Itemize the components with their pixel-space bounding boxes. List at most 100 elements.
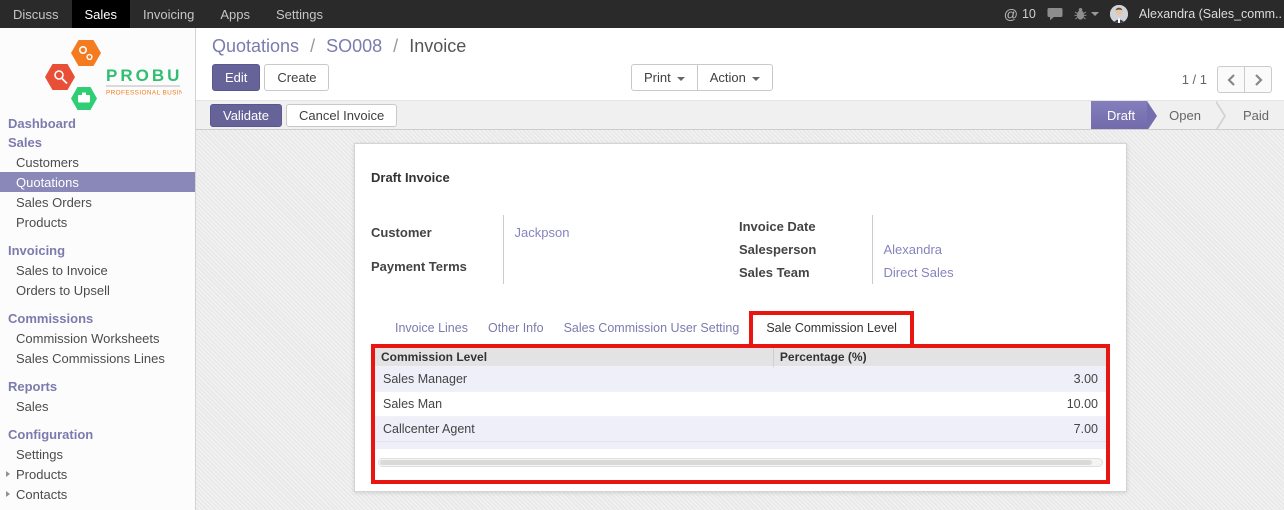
topnav-invoicing[interactable]: Invoicing (130, 0, 207, 28)
notebook: Invoice Lines Other Info Sales Commissio… (371, 308, 1110, 484)
edit-button[interactable]: Edit (212, 64, 260, 91)
caret-right-icon (6, 491, 10, 497)
action-button-group: Print Action (631, 64, 773, 91)
breadcrumb-so008[interactable]: SO008 (326, 36, 382, 56)
sales-team-value[interactable]: Direct Sales (884, 265, 954, 280)
percentage-cell: 7.00 (773, 417, 1106, 442)
commission-level-cell: Sales Man (375, 392, 773, 417)
sidebar-item-quotations[interactable]: Quotations (0, 172, 195, 192)
empty-row (375, 442, 1106, 449)
chat-bubble-icon[interactable] (1047, 7, 1063, 21)
pager-value: 1 / 1 (1182, 72, 1207, 87)
sidebar-item-config-contacts[interactable]: Contacts (0, 484, 195, 504)
tab-sales-commission-user-setting[interactable]: Sales Commission User Setting (554, 312, 750, 344)
user-menu[interactable]: Alexandra (Sales_comm.. (1139, 7, 1282, 21)
print-button[interactable]: Print (631, 64, 698, 91)
statusbar: Validate Cancel Invoice Draft Open Paid (196, 100, 1284, 130)
sidebar-item-reports-sales[interactable]: Sales (0, 396, 195, 416)
commission-level-table: Commission Level Percentage (%) Sales Ma… (375, 348, 1106, 449)
odoo-app-window: Discuss Sales Invoicing Apps Settings @ … (0, 0, 1284, 510)
pager-next-button[interactable] (1244, 66, 1272, 93)
invoice-date-label: Invoice Date (739, 215, 872, 238)
at-icon: @ (1004, 6, 1018, 22)
topnav-apps[interactable]: Apps (207, 0, 263, 28)
topbar-right: @ 10 (1004, 0, 1284, 28)
sidebar-nav: Dashboard Sales Customers Quotations Sal… (0, 114, 195, 504)
sidebar-item-settings[interactable]: Settings (0, 444, 195, 464)
topnav-discuss[interactable]: Discuss (0, 0, 72, 28)
caret-down-icon (752, 77, 760, 81)
customer-value[interactable]: Jackpson (515, 225, 570, 240)
caret-down-icon (677, 77, 685, 81)
tab-invoice-lines[interactable]: Invoice Lines (385, 312, 478, 344)
breadcrumb: Quotations / SO008 / Invoice (212, 36, 1268, 57)
sidebar-item-config-products[interactable]: Products (0, 464, 195, 484)
tab-other-info[interactable]: Other Info (478, 312, 554, 344)
sidebar-item-sales-orders[interactable]: Sales Orders (0, 192, 195, 212)
invoice-fields: Customer Jackpson Payment Terms Invoice … (371, 215, 1110, 284)
sidebar-section-sales[interactable]: Sales (0, 133, 195, 152)
invoice-form-sheet: Draft Invoice Customer Jackpson Payment … (354, 143, 1127, 492)
breadcrumb-separator: / (310, 36, 315, 56)
avatar[interactable] (1110, 5, 1128, 23)
sidebar-section-dashboard[interactable]: Dashboard (0, 114, 195, 133)
content-area: Draft Invoice Customer Jackpson Payment … (196, 130, 1284, 510)
salesperson-value[interactable]: Alexandra (884, 242, 943, 257)
horizontal-scrollbar[interactable] (378, 458, 1103, 467)
topnav-settings[interactable]: Settings (263, 0, 336, 28)
app-menus: Discuss Sales Invoicing Apps Settings (0, 0, 336, 28)
topnav-sales[interactable]: Sales (72, 0, 131, 28)
payment-terms-value (503, 250, 739, 285)
sidebar-section-commissions[interactable]: Commissions (0, 309, 195, 328)
sidebar-section-reports[interactable]: Reports (0, 377, 195, 396)
cancel-invoice-button[interactable]: Cancel Invoice (286, 104, 397, 127)
sidebar-section-invoicing[interactable]: Invoicing (0, 241, 195, 260)
payment-terms-label: Payment Terms (371, 250, 503, 285)
create-button[interactable]: Create (264, 64, 329, 91)
status-pipeline: Draft Open Paid (1091, 101, 1284, 129)
salesperson-label: Salesperson (739, 238, 872, 261)
column-header-commission-level[interactable]: Commission Level (375, 348, 773, 367)
action-button[interactable]: Action (697, 64, 773, 91)
caret-down-icon (1091, 12, 1099, 16)
status-open[interactable]: Open (1147, 101, 1216, 129)
table-row[interactable]: Sales Manager 3.00 (375, 367, 1106, 392)
sidebar-item-label: Contacts (16, 487, 67, 502)
control-panel: Quotations / SO008 / Invoice Edit Create… (196, 28, 1284, 100)
sidebar-section-configuration[interactable]: Configuration (0, 425, 195, 444)
sidebar-item-customers[interactable]: Customers (0, 152, 195, 172)
tab-sale-commission-level[interactable]: Sale Commission Level (749, 311, 914, 344)
table-row[interactable]: Sales Man 10.00 (375, 392, 1106, 417)
scrollbar-thumb[interactable] (380, 460, 1092, 465)
bug-icon (1074, 7, 1087, 21)
logo-subtitle: PROFESSIONAL BUSINESS (106, 90, 182, 97)
breadcrumb-quotations[interactable]: Quotations (212, 36, 299, 56)
pager-previous-button[interactable] (1217, 66, 1245, 93)
percentage-cell: 3.00 (773, 367, 1106, 392)
sidebar-item-commission-worksheets[interactable]: Commission Worksheets (0, 328, 195, 348)
table-row[interactable]: Callcenter Agent 7.00 (375, 417, 1106, 442)
sidebar-item-sales-commissions-lines[interactable]: Sales Commissions Lines (0, 348, 195, 368)
status-paid[interactable]: Paid (1228, 101, 1284, 129)
validate-button[interactable]: Validate (210, 104, 282, 127)
commission-level-cell: Callcenter Agent (375, 417, 773, 442)
pager: 1 / 1 (1182, 66, 1272, 93)
sidebar-item-orders-to-upsell[interactable]: Orders to Upsell (0, 280, 195, 300)
status-draft[interactable]: Draft (1091, 101, 1147, 129)
mentions-counter[interactable]: @ 10 (1004, 6, 1036, 22)
sales-team-label: Sales Team (739, 261, 872, 284)
main-area: Quotations / SO008 / Invoice Edit Create… (196, 28, 1284, 510)
sidebar-item-products[interactable]: Products (0, 212, 195, 232)
commission-table-highlight: Commission Level Percentage (%) Sales Ma… (371, 344, 1110, 484)
chevron-separator-icon (1216, 101, 1228, 129)
print-label: Print (644, 70, 671, 85)
chevron-left-icon (1227, 74, 1236, 86)
breadcrumb-separator: / (393, 36, 398, 56)
sidebar-item-label: Products (16, 467, 67, 482)
caret-right-icon (6, 471, 10, 477)
debug-menu[interactable] (1074, 7, 1099, 21)
sidebar: PROBUSE PROFESSIONAL BUSINESS Dashboard … (0, 28, 196, 510)
column-header-percentage[interactable]: Percentage (%) (773, 348, 1106, 367)
sidebar-item-sales-to-invoice[interactable]: Sales to Invoice (0, 260, 195, 280)
action-label: Action (710, 70, 746, 85)
